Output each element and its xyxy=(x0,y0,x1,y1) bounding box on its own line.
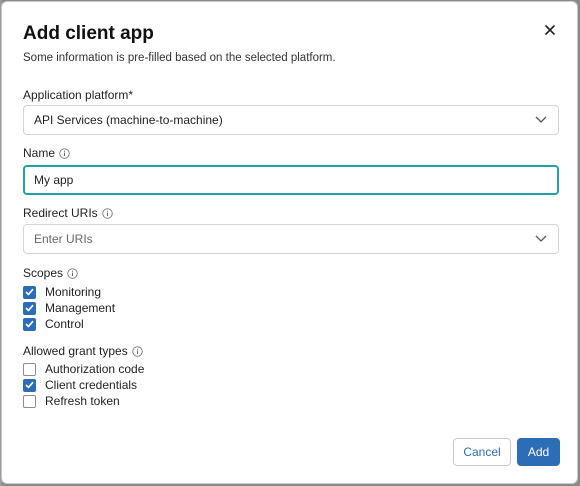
grant-types-label: Allowed grant types xyxy=(23,344,143,358)
scope-management-label: Management xyxy=(45,301,116,315)
grant-client-credentials-label: Client credentials xyxy=(45,378,138,392)
platform-select-value: API Services (machine-to-machine) xyxy=(34,113,223,127)
scopes-label: Scopes xyxy=(23,266,78,280)
scope-monitoring-label: Monitoring xyxy=(45,285,102,299)
dialog-title: Add client app xyxy=(23,23,154,44)
redirect-uris-select[interactable]: Enter URIs xyxy=(23,224,559,254)
scope-management-checkbox[interactable]: Management xyxy=(23,301,115,315)
grant-refresh-token-label: Refresh token xyxy=(45,394,120,408)
scopes-label-text: Scopes xyxy=(23,266,64,280)
platform-select[interactable]: API Services (machine-to-machine) xyxy=(23,105,559,135)
grant-client-credentials-checkbox[interactable]: Client credentials xyxy=(23,378,137,392)
close-icon xyxy=(545,25,555,35)
grant-authorization-code-checkbox[interactable]: Authorization code xyxy=(23,362,144,376)
add-client-app-dialog: Add client app Some information is pre-f… xyxy=(1,1,578,484)
add-button[interactable]: Add xyxy=(517,438,560,466)
grant-types-label-text: Allowed grant types xyxy=(23,344,128,358)
cancel-button[interactable]: Cancel xyxy=(453,438,511,466)
name-label-text: Name xyxy=(23,146,56,160)
info-icon[interactable] xyxy=(132,345,143,357)
scope-monitoring-checkbox[interactable]: Monitoring xyxy=(23,285,101,299)
dialog-subtitle: Some information is pre-filled based on … xyxy=(23,52,336,64)
chevron-down-icon xyxy=(535,235,547,242)
checkbox-checked[interactable] xyxy=(23,285,36,299)
checkmark-icon xyxy=(25,288,34,296)
checkmark-icon xyxy=(25,320,34,328)
scope-control-label: Control xyxy=(45,317,84,331)
platform-label: Application platform* xyxy=(23,88,133,102)
scope-control-checkbox[interactable]: Control xyxy=(23,317,84,331)
checkbox-unchecked[interactable] xyxy=(23,394,36,408)
checkmark-icon xyxy=(25,381,34,389)
info-icon[interactable] xyxy=(59,147,70,159)
checkbox-checked[interactable] xyxy=(23,317,36,331)
checkbox-checked[interactable] xyxy=(23,378,36,392)
redirect-uris-placeholder: Enter URIs xyxy=(34,232,93,246)
info-icon[interactable] xyxy=(67,267,78,279)
redirect-label: Redirect URIs xyxy=(23,206,113,220)
checkbox-unchecked[interactable] xyxy=(23,362,36,376)
platform-label-text: Application platform* xyxy=(23,88,134,102)
checkbox-checked[interactable] xyxy=(23,301,36,315)
chevron-down-icon xyxy=(535,116,547,123)
checkmark-icon xyxy=(25,304,34,312)
name-field[interactable] xyxy=(23,165,559,195)
name-input[interactable] xyxy=(25,167,557,193)
grant-authorization-code-label: Authorization code xyxy=(45,362,145,376)
name-label: Name xyxy=(23,146,70,160)
info-icon[interactable] xyxy=(102,207,113,219)
grant-refresh-token-checkbox[interactable]: Refresh token xyxy=(23,394,120,408)
redirect-label-text: Redirect URIs xyxy=(23,206,98,220)
close-button[interactable] xyxy=(541,21,559,39)
